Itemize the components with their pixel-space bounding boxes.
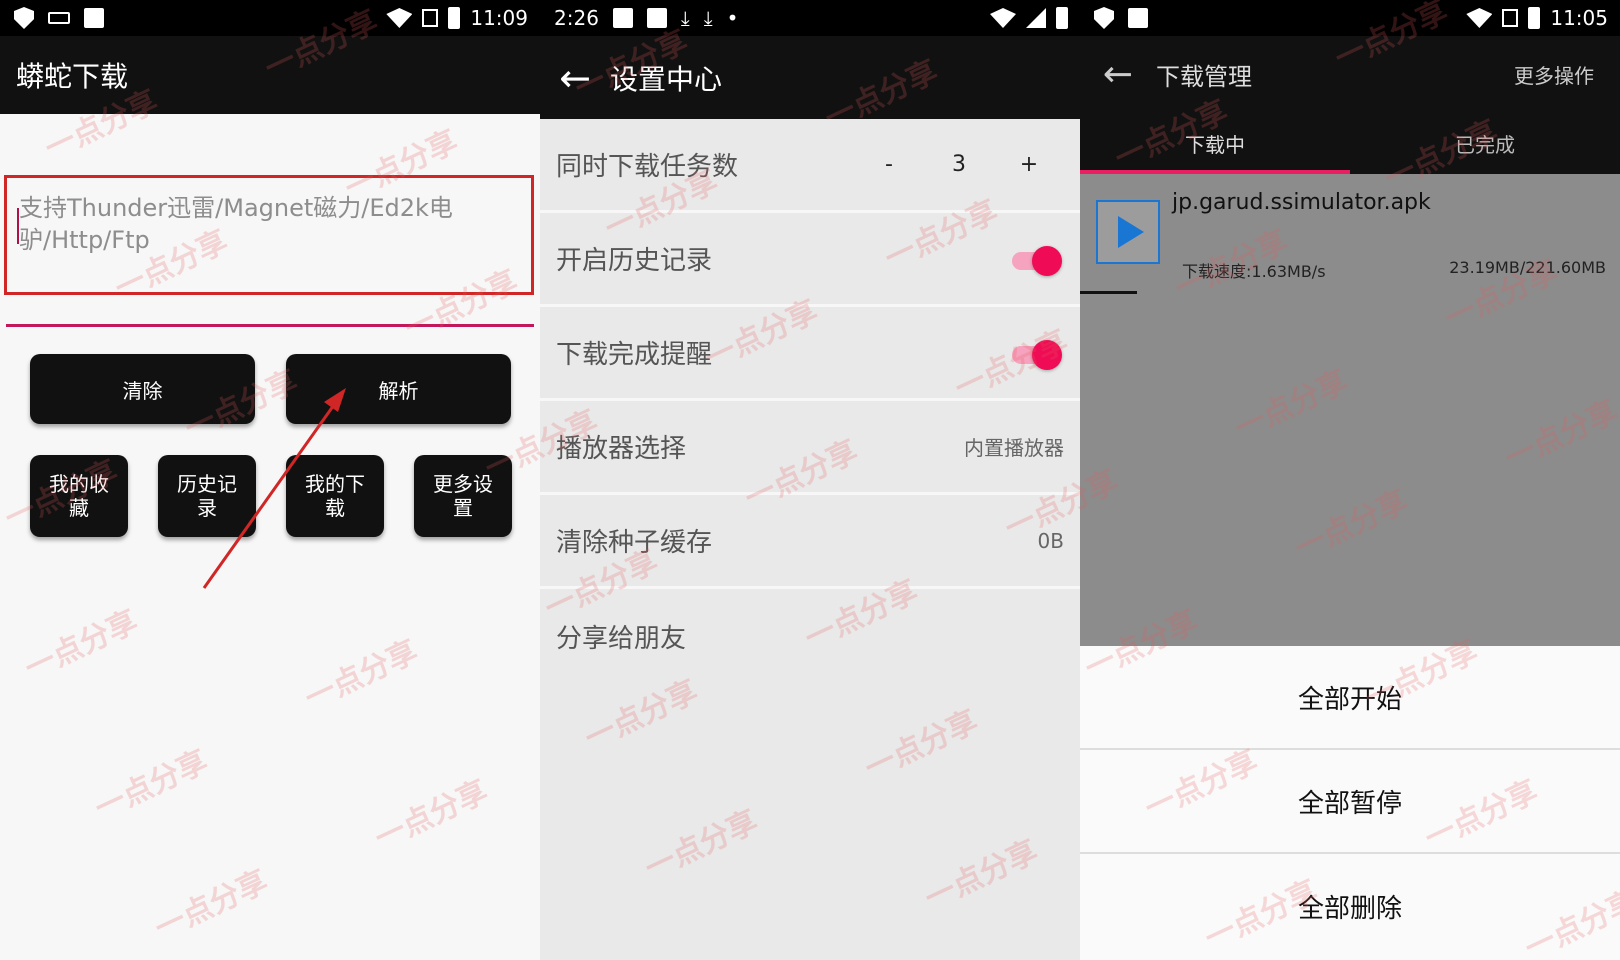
wifi-icon (386, 8, 413, 28)
more-settings-button-label: 更多设置 (433, 472, 493, 520)
status-time: 11:05 (1550, 6, 1608, 30)
shield-icon (14, 7, 34, 29)
my-downloads-button[interactable]: 我的下载 (286, 455, 384, 537)
setting-share[interactable]: 分享给朋友 (540, 589, 1080, 683)
download-size: 23.19MB/221.60MB (1449, 258, 1606, 277)
back-arrow-icon[interactable]: ← (540, 36, 610, 119)
download-item[interactable]: jp.garud.ssimulator.apk 下载速度:1.63MB/s 23… (1080, 174, 1620, 296)
my-downloads-button-label: 我的下载 (305, 472, 365, 520)
download-icon: ⤓ (703, 6, 713, 30)
toggle-knob (1032, 339, 1062, 370)
setting-label: 分享给朋友 (556, 623, 687, 654)
image-icon (612, 8, 633, 28)
battery-icon (448, 7, 461, 29)
status-time: 11:09 (470, 6, 528, 30)
concurrent-tasks-stepper: - 3 + (854, 152, 1064, 177)
shield-icon (1094, 7, 1114, 29)
notification-icon (646, 8, 667, 28)
tab-label: 下载中 (1185, 132, 1245, 157)
clear-button[interactable]: 清除 (30, 354, 255, 424)
setting-completion-reminder[interactable]: 下载完成提醒 (540, 307, 1080, 401)
history-button[interactable]: 历史记录 (158, 455, 256, 537)
download-manager-screen: 11:05 ← 下载管理 更多操作 下载中 已完成 jp.garud.ssimu… (1080, 0, 1620, 960)
stepper-value: 3 (952, 152, 966, 177)
download-tabs: 下载中 已完成 (1080, 112, 1620, 174)
increment-button[interactable]: + (994, 152, 1064, 177)
back-arrow-icon[interactable]: ← (1080, 36, 1156, 112)
favorites-button[interactable]: 我的收藏 (30, 455, 128, 537)
settings-screen: 2:26 ⤓ ⤓ • ← 设置中心 同时下载任务数 - 3 + 开启历史记录 下… (540, 0, 1080, 960)
signal-icon (1502, 9, 1519, 27)
app-title: 蟒蛇下载 (16, 60, 129, 93)
setting-label: 下载完成提醒 (556, 340, 713, 370)
signal-icon (422, 9, 439, 27)
status-bar: 11:05 (1080, 0, 1620, 36)
status-bar: 11:09 (0, 0, 540, 36)
link-input[interactable]: 支持Thunder迅雷/Magnet磁力/Ed2k电驴/Http/Ftp (4, 175, 534, 295)
tab-downloading[interactable]: 下载中 (1080, 112, 1350, 174)
setting-label: 开启历史记录 (556, 246, 713, 276)
setting-value: 内置播放器 (964, 436, 1064, 460)
reminder-toggle[interactable] (1012, 338, 1064, 370)
wifi-icon (1466, 8, 1493, 28)
toggle-knob (1032, 245, 1062, 276)
setting-history[interactable]: 开启历史记录 (540, 213, 1080, 307)
battery-icon (1528, 7, 1541, 29)
play-icon[interactable] (1096, 200, 1160, 264)
setting-label: 同时下载任务数 (556, 152, 739, 182)
battery-icon (1056, 7, 1068, 29)
setting-concurrent-tasks: 同时下载任务数 - 3 + (540, 119, 1080, 213)
status-time: 2:26 (554, 6, 599, 30)
notification-icon (84, 8, 104, 28)
settings-list: 同时下载任务数 - 3 + 开启历史记录 下载完成提醒 播放器选择 内置播放器 (540, 119, 1080, 683)
wifi-icon (990, 8, 1016, 28)
delete-all-button[interactable]: 全部删除 (1080, 854, 1620, 958)
tab-label: 已完成 (1455, 132, 1515, 157)
setting-label: 播放器选择 (556, 434, 687, 464)
download-progress-bar (1080, 291, 1137, 294)
setting-label: 清除种子缓存 (556, 528, 713, 558)
parse-button[interactable]: 解析 (286, 354, 511, 424)
notification-icon (1128, 8, 1148, 28)
download-file-name: jp.garud.ssimulator.apk (1172, 190, 1431, 215)
pause-all-button[interactable]: 全部暂停 (1080, 750, 1620, 854)
parse-button-label: 解析 (378, 378, 419, 403)
setting-player[interactable]: 播放器选择 内置播放器 (540, 401, 1080, 495)
main-screen: 11:09 蟒蛇下载 支持Thunder迅雷/Magnet磁力/Ed2k电驴/H… (0, 0, 540, 960)
history-button-label: 历史记录 (177, 472, 237, 520)
more-notifications-icon: • (726, 6, 739, 30)
history-toggle[interactable] (1012, 244, 1064, 276)
download-speed: 下载速度:1.63MB/s (1182, 262, 1326, 281)
page-title: 设置中心 (610, 62, 723, 96)
download-icon: ⤓ (680, 6, 690, 30)
setting-clear-torrent-cache[interactable]: 清除种子缓存 0B (540, 495, 1080, 589)
link-input-placeholder: 支持Thunder迅雷/Magnet磁力/Ed2k电驴/Http/Ftp (19, 194, 453, 254)
input-underline (6, 324, 534, 327)
signal-icon (1026, 8, 1046, 28)
app-bar: 蟒蛇下载 (0, 36, 540, 114)
more-actions-button[interactable]: 更多操作 (1514, 60, 1620, 89)
favorites-button-label: 我的收藏 (49, 472, 109, 520)
setting-value: 0B (1037, 528, 1064, 553)
more-settings-button[interactable]: 更多设置 (414, 455, 512, 537)
page-title: 下载管理 (1156, 62, 1252, 91)
bulk-actions-sheet: 全部开始 全部暂停 全部删除 (1080, 646, 1620, 960)
start-all-button[interactable]: 全部开始 (1080, 646, 1620, 750)
clear-button-label: 清除 (122, 378, 163, 403)
app-bar: ← 下载管理 更多操作 (1080, 36, 1620, 112)
status-bar: 2:26 ⤓ ⤓ • (540, 0, 1080, 36)
keyboard-icon (48, 12, 70, 24)
tab-completed[interactable]: 已完成 (1350, 112, 1620, 174)
decrement-button[interactable]: - (854, 152, 924, 177)
app-bar: ← 设置中心 (540, 36, 1080, 119)
